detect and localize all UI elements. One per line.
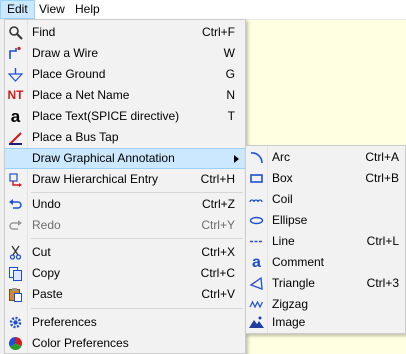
ground-icon [7, 66, 24, 83]
menu-item-shortcut: T [227, 109, 235, 123]
submenu-item-line[interactable]: Line Ctrl+L [246, 231, 405, 252]
submenu-item-arc[interactable]: Arc Ctrl+A [246, 147, 405, 168]
menu-item-draw-hierarchical-entry[interactable]: Draw Hierarchical Entry Ctrl+H [5, 169, 245, 190]
menu-item-shortcut: Ctrl+Y [201, 218, 235, 232]
triangle-icon [248, 275, 265, 292]
menu-item-color-preferences[interactable]: Color Preferences [5, 333, 245, 354]
menu-item-cut[interactable]: Cut Ctrl+X [5, 242, 245, 263]
menu-item-label: Box [272, 171, 293, 185]
menu-item-label: Place Text(SPICE directive) [32, 109, 180, 123]
menu-item-place-bus-tap[interactable]: Place a Bus Tap [5, 127, 245, 148]
menu-item-label: Image [272, 315, 306, 329]
gear-icon [7, 314, 24, 331]
menu-item-label: Redo [32, 218, 61, 232]
hier-entry-icon [7, 171, 24, 188]
menu-item-shortcut: Ctrl+X [201, 245, 235, 259]
menu-item-shortcut: Ctrl+L [366, 234, 399, 248]
menu-item-shortcut: Ctrl+C [200, 266, 235, 280]
arc-icon [248, 149, 265, 166]
submenu-item-image[interactable]: Image [246, 312, 405, 333]
menu-item-copy[interactable]: Copy Ctrl+C [5, 263, 245, 284]
color-wheel-icon [7, 335, 24, 352]
zigzag-icon [248, 296, 265, 313]
menu-item-label: Undo [32, 197, 61, 211]
ellipse-icon [248, 212, 265, 229]
menu-item-label: Comment [272, 255, 325, 269]
menu-item-place-ground[interactable]: Place Ground G [5, 64, 245, 85]
text-icon: a [10, 107, 21, 126]
magnifier-icon [7, 24, 24, 41]
menu-item-shortcut: Ctrl+H [200, 172, 235, 186]
menu-item-label: Copy [32, 266, 61, 280]
menu-item-label: Place a Bus Tap [32, 130, 119, 144]
menu-item-label: Coil [272, 192, 293, 206]
menu-help[interactable]: Help [69, 0, 106, 19]
net-name-icon: NT [7, 88, 24, 102]
menu-item-shortcut: Ctrl+Z [202, 197, 235, 211]
menu-item-redo[interactable]: Redo Ctrl+Y [5, 215, 245, 236]
menu-item-label: Ellipse [272, 213, 308, 227]
menu-item-shortcut: Ctrl+F [202, 25, 235, 39]
menu-item-paste[interactable]: Paste Ctrl+V [5, 284, 245, 305]
menu-item-shortcut: Ctrl+B [365, 171, 399, 185]
submenu-item-box[interactable]: Box Ctrl+B [246, 168, 405, 189]
menu-item-label: Arc [272, 150, 290, 164]
menu-item-find[interactable]: Find Ctrl+F [5, 22, 245, 43]
menu-bar: Edit View Help [0, 0, 406, 20]
menu-separator [31, 192, 243, 193]
coil-icon [248, 191, 265, 208]
edit-menu: Find Ctrl+F Draw a Wire W Place Ground G… [4, 19, 246, 354]
menu-item-draw-graphical-annotation[interactable]: Draw Graphical Annotation [5, 148, 245, 169]
menu-separator [31, 238, 243, 239]
menu-item-label: Draw Hierarchical Entry [32, 172, 159, 186]
menu-item-label: Paste [32, 287, 63, 301]
box-icon [248, 170, 265, 187]
menu-item-label: Preferences [32, 315, 97, 329]
menu-item-place-net-name[interactable]: NT Place a Net Name N [5, 85, 245, 106]
submenu-arrow-icon [234, 155, 239, 163]
menu-item-label: Triangle [272, 276, 315, 290]
line-icon [248, 233, 265, 250]
bus-tap-icon [7, 129, 24, 146]
menu-item-preferences[interactable]: Preferences [5, 312, 245, 333]
scissors-icon [7, 244, 24, 261]
menu-item-draw-wire[interactable]: Draw a Wire W [5, 43, 245, 64]
menu-item-label: Place Ground [32, 67, 106, 81]
menu-item-shortcut: N [226, 88, 235, 102]
menu-view[interactable]: View [33, 0, 71, 19]
redo-icon [7, 217, 24, 234]
menu-item-shortcut: W [223, 46, 235, 60]
submenu-item-comment[interactable]: a Comment [246, 252, 405, 273]
copy-icon [7, 265, 24, 282]
submenu-item-triangle[interactable]: Triangle Ctrl+3 [246, 273, 405, 294]
menu-item-label: Color Preferences [32, 336, 129, 350]
paste-icon [7, 286, 24, 303]
menu-item-shortcut: Ctrl+V [201, 287, 235, 301]
menu-item-label: Draw a Wire [32, 46, 99, 60]
comment-icon: a [252, 254, 261, 271]
menu-item-label: Line [272, 234, 295, 248]
image-icon [248, 314, 265, 331]
menu-item-label: Draw Graphical Annotation [32, 151, 175, 165]
menu-item-undo[interactable]: Undo Ctrl+Z [5, 194, 245, 215]
submenu-item-ellipse[interactable]: Ellipse [246, 210, 405, 231]
graphical-annotation-submenu: Arc Ctrl+A Box Ctrl+B Coil Ellipse Line … [245, 145, 406, 334]
menu-item-shortcut: Ctrl+3 [366, 276, 399, 290]
menu-item-place-text[interactable]: a Place Text(SPICE directive) T [5, 106, 245, 127]
menu-item-label: Find [32, 25, 56, 39]
menu-item-label: Place a Net Name [32, 88, 130, 102]
menu-item-label: Cut [32, 245, 51, 259]
undo-icon [7, 196, 24, 213]
menu-edit[interactable]: Edit [0, 0, 35, 19]
menu-separator [31, 308, 243, 309]
menu-item-shortcut: G [225, 67, 235, 81]
menu-item-shortcut: Ctrl+A [365, 150, 399, 164]
submenu-item-coil[interactable]: Coil [246, 189, 405, 210]
wire-icon [7, 45, 24, 62]
